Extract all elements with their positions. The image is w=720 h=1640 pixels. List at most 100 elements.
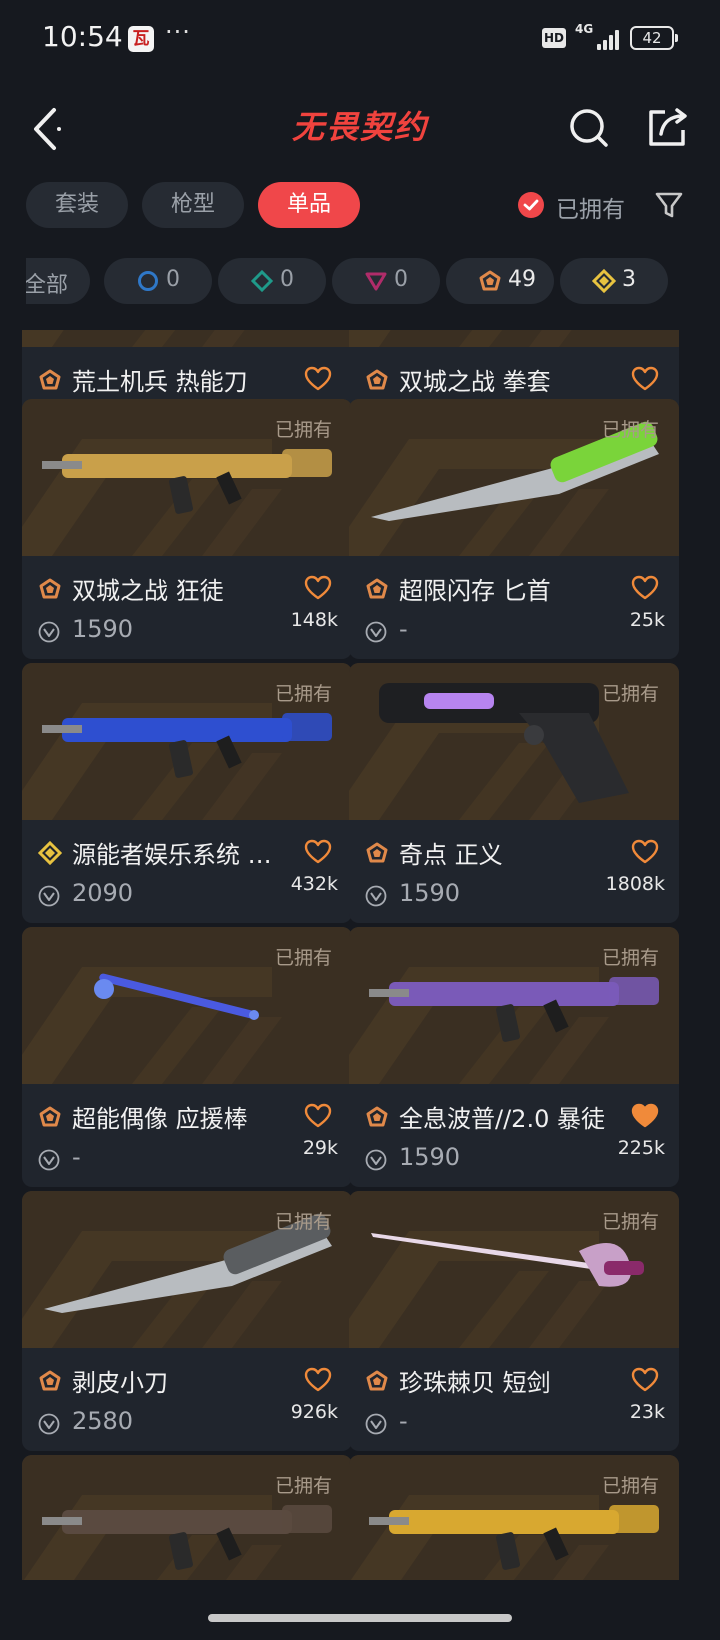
heart-icon[interactable]	[631, 1367, 659, 1393]
skin-card[interactable]: 已拥有奇点 正义 1590 1808k	[349, 663, 679, 923]
owned-tag: 已拥有	[274, 947, 332, 969]
filter-button[interactable]	[654, 190, 684, 220]
valorant-points-icon	[365, 1149, 387, 1171]
like-count: 23k	[629, 1401, 665, 1423]
tier-filter-row: 全部 0 0 0 49 3	[26, 258, 720, 308]
skin-grid: 已拥有荒土机兵 热能刀-17k已拥有双城之战 拳套318070k已拥有双城之战 …	[0, 330, 720, 1580]
skin-image: 已拥有	[349, 399, 679, 556]
skin-image: 已拥有	[22, 399, 352, 556]
like-count: 29k	[302, 1137, 338, 1159]
skin-card[interactable]: 已拥有 珍珠棘贝 短剑 - 23k	[349, 1191, 679, 1451]
tier-chip-deluxe[interactable]: 0	[218, 258, 326, 304]
skin-image: 已拥有	[349, 927, 679, 1084]
battery-icon: 42	[630, 26, 678, 50]
heart-icon[interactable]	[304, 366, 332, 392]
home-indicator[interactable]	[208, 1614, 512, 1622]
deluxe-tier-icon	[250, 269, 274, 293]
skin-card[interactable]: 已拥有超限闪存 匕首 - 25k	[349, 399, 679, 659]
signal-icon	[597, 28, 623, 50]
skin-card[interactable]: 已拥有	[349, 1455, 679, 1580]
valorant-points-icon	[38, 1149, 60, 1171]
skin-card[interactable]: 已拥有	[22, 1455, 352, 1580]
like-count: 148k	[290, 609, 338, 631]
skin-image: 已拥有	[349, 663, 679, 820]
exclusive-tier-icon	[366, 842, 388, 863]
tab-bundles[interactable]: 套装	[26, 182, 128, 228]
valorant-points-icon	[365, 885, 387, 907]
exclusive-tier-icon	[39, 1106, 61, 1127]
share-button[interactable]	[645, 102, 691, 152]
skin-card[interactable]: 已拥有 全息波普//2.0 暴徒 1590 225k	[349, 927, 679, 1187]
exclusive-tier-icon	[39, 1370, 61, 1391]
exclusive-tier-icon	[39, 369, 61, 390]
valorant-points-icon	[38, 885, 60, 907]
owned-tag: 已拥有	[601, 947, 659, 969]
skin-image: 已拥有	[22, 663, 352, 820]
owned-tag: 已拥有	[274, 419, 332, 441]
melee-gauntlet-icon	[349, 330, 679, 347]
skin-card[interactable]: 已拥有 超能偶像 应援棒 - 29k	[22, 927, 352, 1187]
skin-card[interactable]: 已拥有剥皮小刀 2580 926k	[22, 1191, 352, 1451]
tier-count: 0	[166, 267, 180, 292]
valorant-points-icon	[365, 621, 387, 643]
heart-icon[interactable]	[631, 1103, 659, 1129]
tier-chip-select[interactable]: 0	[104, 258, 212, 304]
select-tier-icon	[138, 271, 158, 291]
skin-price: 2580	[72, 1407, 134, 1435]
search-button[interactable]	[565, 102, 615, 152]
ultra-tier-icon	[592, 269, 616, 293]
heart-icon[interactable]	[631, 839, 659, 865]
tier-count: 3	[622, 267, 636, 292]
search-icon	[570, 109, 608, 147]
skin-name: 奇点 正义	[399, 841, 503, 869]
owned-tag: 已拥有	[601, 1211, 659, 1233]
tier-chip-exclusive[interactable]: 49	[446, 258, 554, 304]
skin-name: 超能偶像 应援棒	[72, 1105, 248, 1133]
melee-knife-icon	[22, 330, 352, 347]
exclusive-tier-icon	[479, 270, 501, 291]
skin-image: 已拥有	[349, 1455, 679, 1580]
tier-chip-ultra[interactable]: 3	[560, 258, 668, 304]
skin-card[interactable]: 已拥有 源能者娱乐系统 暴徒 2090 432k	[22, 663, 352, 923]
skin-image: 已拥有	[349, 1191, 679, 1348]
exclusive-tier-icon	[366, 1370, 388, 1391]
tier-chip-premium[interactable]: 0	[332, 258, 440, 304]
skin-name: 珍珠棘贝 短剑	[399, 1369, 551, 1397]
heart-icon[interactable]	[304, 575, 332, 601]
skin-price: -	[399, 615, 408, 643]
skin-price: 1590	[72, 615, 134, 643]
owned-filter-label: 已拥有	[556, 197, 625, 223]
like-count: 926k	[290, 1401, 338, 1423]
valorant-points-icon	[38, 1413, 60, 1435]
skin-name: 剥皮小刀	[72, 1369, 168, 1397]
skin-name: 全息波普//2.0 暴徒	[399, 1105, 605, 1133]
owned-tag: 已拥有	[274, 1475, 332, 1497]
like-count: 432k	[290, 873, 338, 895]
tab-single-items[interactable]: 单品	[258, 182, 360, 228]
like-count: 25k	[629, 609, 665, 631]
skin-price: 1590	[399, 879, 461, 907]
check-circle-icon	[518, 192, 544, 218]
skin-image: 已拥有	[22, 1191, 352, 1348]
premium-tier-icon	[365, 272, 387, 291]
tier-chip-all[interactable]: 全部	[26, 258, 90, 304]
skin-image: 已拥有	[22, 330, 352, 347]
tier-count: 49	[508, 267, 536, 292]
heart-icon[interactable]	[631, 366, 659, 392]
heart-icon[interactable]	[304, 1367, 332, 1393]
heart-icon[interactable]	[304, 1103, 332, 1129]
owned-tag: 已拥有	[601, 419, 659, 441]
tab-weapon-types[interactable]: 枪型	[142, 182, 244, 228]
skin-card[interactable]: 已拥有 双城之战 狂徒 1590 148k	[22, 399, 352, 659]
like-count: 1808k	[605, 873, 665, 895]
owned-tag: 已拥有	[601, 1475, 659, 1497]
skin-name: 源能者娱乐系统 暴徒	[72, 841, 292, 869]
skin-name: 超限闪存 匕首	[399, 577, 551, 605]
network-type: 4G	[575, 22, 594, 36]
header: 无畏契约	[0, 78, 720, 188]
heart-icon[interactable]	[304, 839, 332, 865]
category-tabs: 套装 枪型 单品 已拥有	[0, 182, 720, 232]
owned-tag: 已拥有	[274, 683, 332, 705]
heart-icon[interactable]	[631, 575, 659, 601]
skin-image: 已拥有	[22, 927, 352, 1084]
